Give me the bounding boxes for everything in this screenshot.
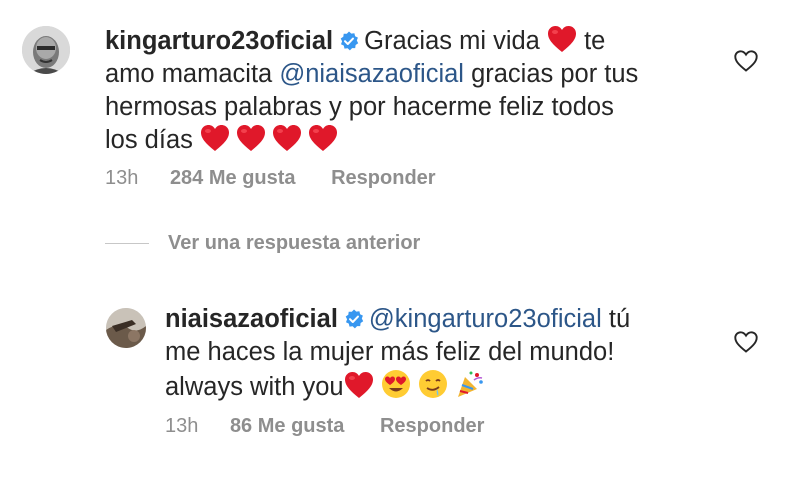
view-previous-reply-label: Ver una respuesta anterior [168,232,421,254]
timestamp: 13h [105,167,139,189]
timestamp: 13h [165,415,199,437]
like-heart-icon[interactable] [734,331,760,355]
comment-meta: 13h 284 Me gusta Responder [105,167,436,190]
likes-count[interactable]: 86 Me gusta [230,415,344,438]
red-heart-emoji [308,124,338,152]
comment-text: niaisazaoficial @kingarturo23oficial tú m… [165,303,630,404]
red-heart-emoji [344,371,374,399]
divider-line [105,242,149,245]
comment-text-part: always with you [165,373,344,401]
username[interactable]: kingarturo23oficial [105,27,333,55]
reply-button[interactable]: Responder [331,167,435,190]
comment-meta: 13h 86 Me gusta Responder [165,415,484,438]
comment-text: kingarturo23oficial Gracias mi vida te am… [105,25,638,157]
red-heart-emoji [547,25,577,53]
comment-text-part: tú [608,305,631,333]
comment-text-part: hermosas palabras y por hacerme feliz to… [105,93,614,121]
mention-link[interactable]: @kingarturo23oficial [369,305,602,333]
heart-eyes-emoji [381,369,411,399]
view-previous-reply[interactable]: Ver una respuesta anterior [105,232,420,255]
likes-count[interactable]: 284 Me gusta [170,167,296,190]
comment-text-part: te [584,27,606,55]
verified-badge-icon [344,309,364,329]
red-heart-emoji [272,124,302,152]
username[interactable]: niaisazaoficial [165,305,338,333]
avatar[interactable] [106,308,146,348]
drooling-face-emoji [418,369,448,399]
comment-text-part: amo mamacita [105,60,273,88]
red-heart-emoji [236,124,266,152]
comment-text-part: gracias por tus [471,60,639,88]
comment-text-part: me haces la mujer más feliz del mundo! [165,338,615,366]
party-popper-emoji [455,369,485,399]
red-heart-emoji [200,124,230,152]
mention-link[interactable]: @niaisazaoficial [279,60,464,88]
comment-text-part: los días [105,126,193,154]
verified-badge-icon [339,31,359,51]
like-heart-icon[interactable] [734,50,760,74]
avatar[interactable] [22,26,70,74]
comment-text-part: Gracias mi vida [364,27,540,55]
reply-button[interactable]: Responder [380,415,484,438]
